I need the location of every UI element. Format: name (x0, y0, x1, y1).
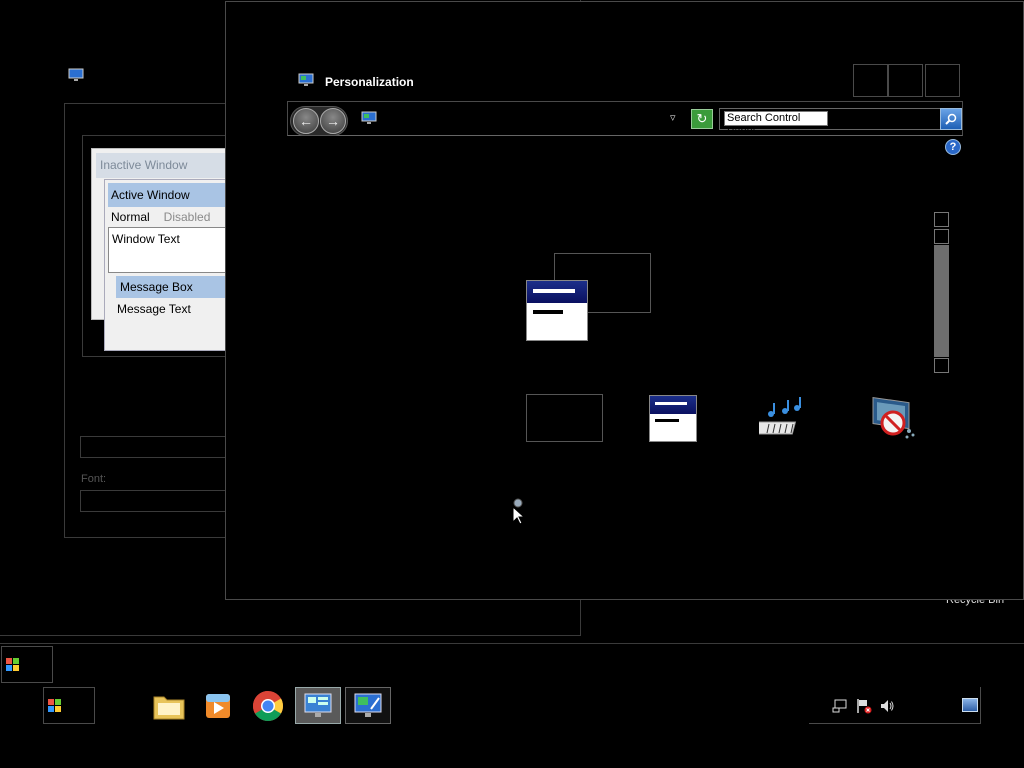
message-text: Message Text (117, 302, 191, 316)
media-player-icon[interactable] (195, 687, 241, 724)
search-input[interactable]: Search Control Panel (724, 111, 828, 137)
busy-cursor-icon (511, 498, 531, 525)
file-explorer-icon[interactable] (146, 687, 192, 724)
start-menu-icon[interactable] (43, 687, 95, 724)
message-box-title: Message Box (116, 276, 235, 298)
chrome-icon[interactable] (245, 687, 291, 724)
forward-icon[interactable]: → (320, 108, 346, 134)
item-select[interactable] (80, 436, 230, 458)
minimize-button[interactable] (853, 64, 888, 97)
font-select[interactable] (80, 490, 230, 512)
active-window-title: Active Window (108, 183, 233, 207)
show-desktop-icon[interactable] (962, 698, 978, 712)
help-icon[interactable]: ? (945, 139, 961, 155)
address-bar: ← → ▿ ↻ Search Control Panel (287, 101, 963, 137)
nav-buttons: ← → (290, 106, 348, 136)
control-panel-icon (361, 111, 377, 125)
sounds-icon[interactable] (751, 394, 809, 442)
search-icon[interactable] (940, 108, 962, 130)
window-color-option[interactable] (649, 395, 697, 442)
personalization-window: Personalization ← → ▿ ↻ Search Control P… (225, 1, 1024, 600)
scroll-thumb[interactable] (934, 245, 949, 357)
preview-menu: Normal Disabled (105, 207, 233, 227)
maximize-button[interactable] (888, 64, 923, 97)
address-dropdown-icon[interactable]: ▿ (670, 111, 676, 124)
themes-scrollbar[interactable] (933, 211, 950, 374)
theme-window-preview (526, 280, 588, 341)
screen-saver-icon[interactable] (869, 393, 919, 443)
action-center-flag-icon[interactable] (856, 698, 872, 714)
window-title: Personalization (325, 75, 414, 89)
network-icon[interactable] (832, 698, 848, 714)
menu-normal: Normal (111, 210, 150, 224)
display-icon (68, 68, 84, 82)
desktop-background-option[interactable] (526, 394, 603, 442)
notification-area (809, 687, 981, 724)
scroll-track[interactable] (934, 229, 949, 244)
appearance-preview[interactable]: Inactive Window Active Window Normal Dis… (82, 135, 235, 357)
inactive-window-title: Inactive Window (96, 153, 230, 178)
theme-thumbnail[interactable] (526, 253, 651, 343)
personalization-taskbar-icon[interactable] (345, 687, 391, 724)
active-window-preview[interactable]: Active Window Normal Disabled Window Tex… (104, 179, 235, 351)
back-icon[interactable]: ← (293, 108, 319, 134)
close-button[interactable] (925, 64, 960, 97)
start-button-icon[interactable] (1, 646, 53, 683)
message-box-preview[interactable]: Message Box Message Text (113, 273, 235, 333)
personalization-icon (298, 73, 314, 87)
refresh-icon[interactable]: ↻ (691, 109, 713, 129)
search-box[interactable]: Search Control Panel (719, 108, 942, 137)
menu-disabled: Disabled (163, 210, 211, 224)
scroll-down-button[interactable] (934, 358, 949, 373)
taskbar-top-border (0, 643, 1024, 644)
font-label: Font: (81, 473, 107, 485)
control-panel-taskbar-icon[interactable] (295, 687, 341, 724)
volume-icon[interactable] (879, 698, 895, 714)
scroll-up-button[interactable] (934, 212, 949, 227)
window-text: Window Text (108, 227, 235, 273)
